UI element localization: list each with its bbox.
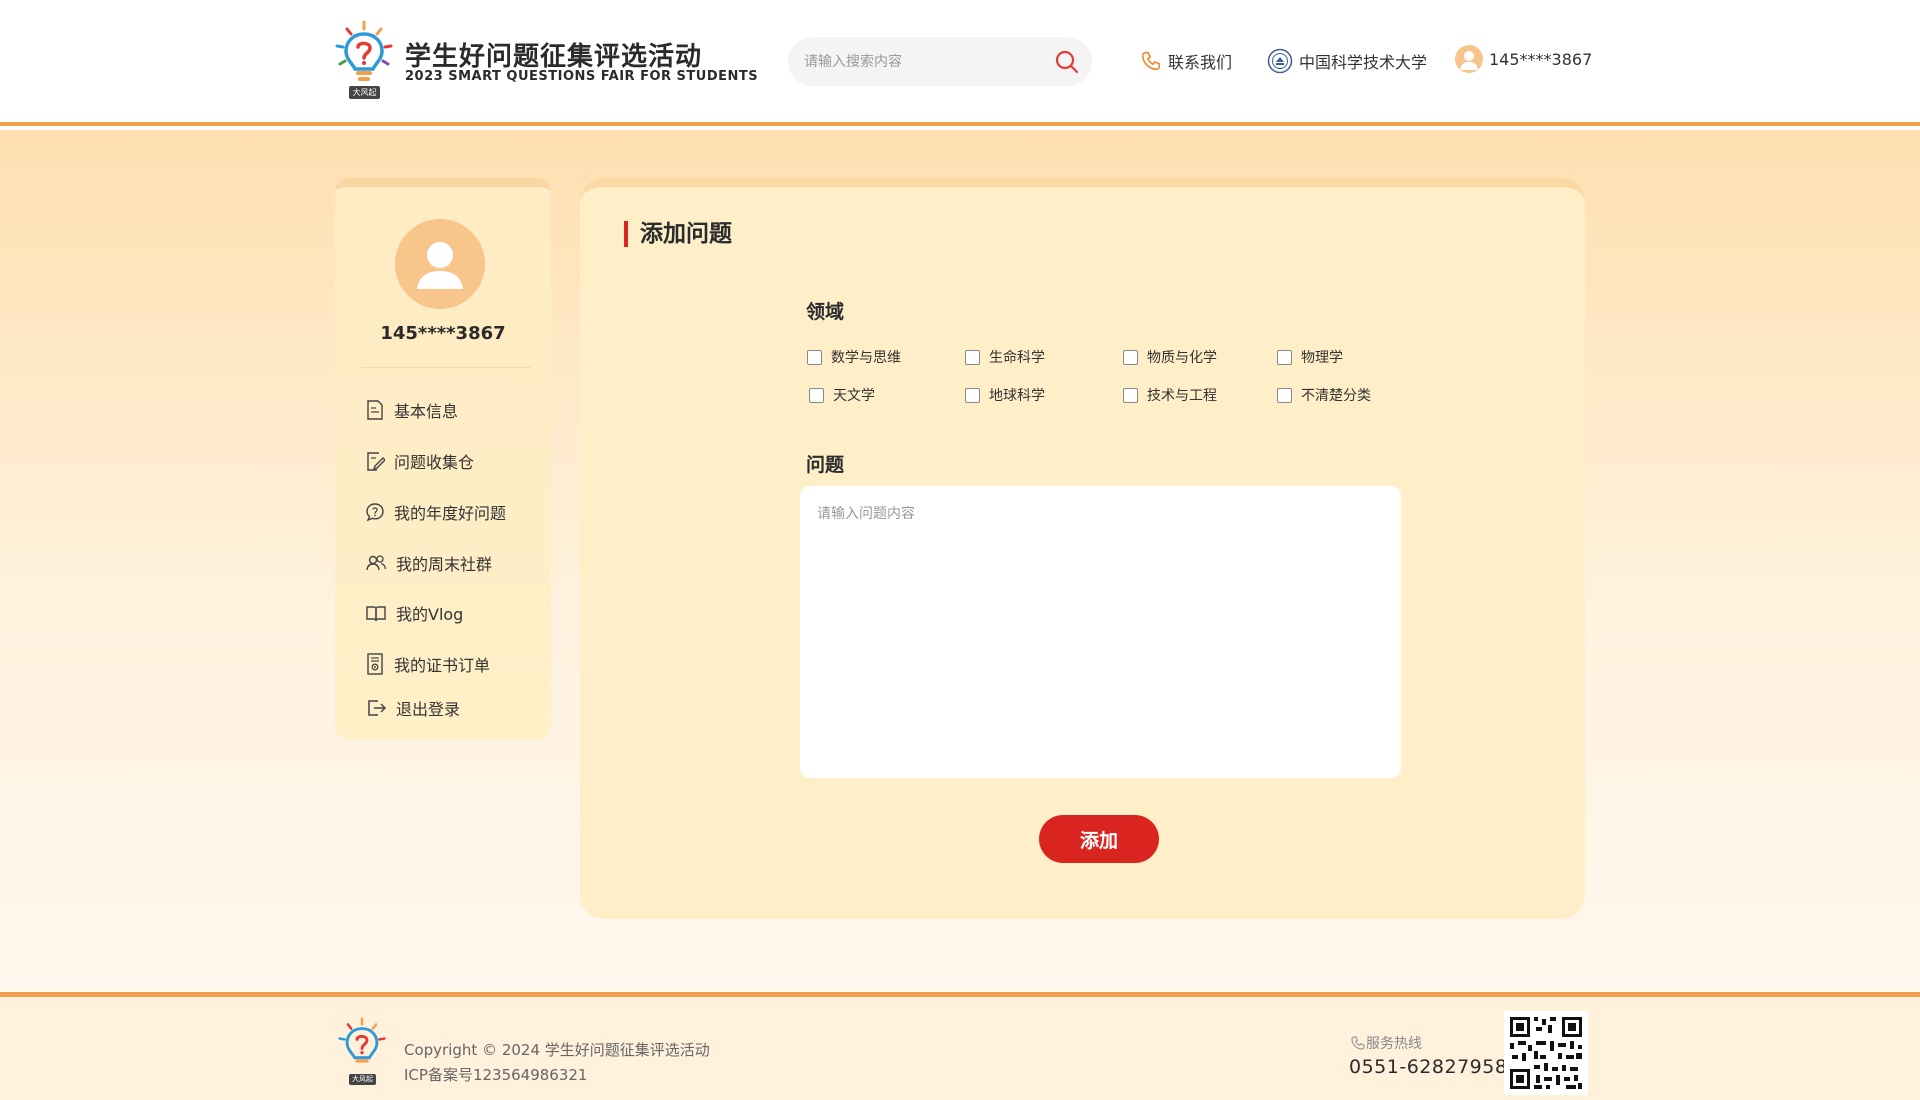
footer-copyright: Copyright © 2024 学生好问题征集评选活动 [404, 1041, 710, 1059]
sidebar-item-label: 我的Vlog [396, 605, 464, 624]
sidebar-item-logout[interactable]: 退出登录 [365, 695, 460, 721]
sidebar-divider [361, 367, 531, 368]
qr-code-icon [1504, 1011, 1588, 1095]
site-logo[interactable]: 大风起 学生好问题征集评选活动 2023 SMART QUESTIONS FAI… [333, 20, 758, 102]
checkbox-label: 生命科学 [989, 350, 1045, 366]
checkbox-box[interactable] [1277, 349, 1292, 365]
sidebar-item-label: 我的周末社群 [396, 555, 493, 574]
sidebar-item-basic-info[interactable]: 基本信息 [365, 397, 458, 423]
site-footer: 大风起 Copyright © 2024 学生好问题征集评选活动 ICP备案号1… [0, 992, 1920, 1100]
logout-icon [368, 700, 387, 716]
certificate-icon [367, 653, 383, 675]
logo-tag: 大风起 [349, 86, 380, 99]
checkbox-label: 技术与工程 [1147, 388, 1217, 404]
contact-us-link[interactable]: 联系我们 [1140, 48, 1232, 74]
page-title: 添加问题 [624, 221, 732, 247]
question-textarea[interactable] [800, 486, 1401, 778]
university-label: 中国科学技术大学 [1299, 53, 1428, 72]
checkbox-label: 物理学 [1301, 350, 1343, 366]
add-question-button[interactable]: 添加 [1039, 815, 1159, 863]
hotline-label: 服务热线 [1366, 1036, 1422, 1052]
field-checkbox-engineering[interactable]: 技术与工程 [1123, 385, 1217, 405]
book-open-icon [366, 606, 386, 622]
field-checkbox-chemistry[interactable]: 物质与化学 [1123, 347, 1217, 367]
question-section-label: 问题 [806, 454, 845, 476]
contact-us-label: 联系我们 [1168, 53, 1233, 72]
checkbox-label: 物质与化学 [1147, 350, 1217, 366]
sidebar-item-vlog[interactable]: 我的Vlog [365, 600, 463, 626]
checkbox-label: 天文学 [833, 388, 875, 404]
sidebar-item-label: 我的年度好问题 [394, 504, 507, 523]
checkbox-box[interactable] [965, 349, 980, 365]
profile-avatar [395, 219, 485, 309]
hotline-label-row: 服务热线 [1350, 1033, 1422, 1053]
sidebar-item-question-collection[interactable]: 问题收集仓 [365, 448, 474, 474]
question-bubble-icon [366, 503, 384, 522]
footer-icp: ICP备案号123564986321 [404, 1066, 588, 1084]
field-checkbox-math[interactable]: 数学与思维 [807, 347, 901, 367]
sidebar-item-certificate-orders[interactable]: 我的证书订单 [365, 651, 490, 677]
university-emblem-icon [1267, 48, 1293, 74]
hotline-number: 0551-62827958 [1349, 1056, 1508, 1078]
site-subtitle: 2023 SMART QUESTIONS FAIR FOR STUDENTS [405, 69, 759, 84]
university-link[interactable]: 中国科学技术大学 [1267, 48, 1427, 74]
user-avatar-icon [417, 242, 463, 289]
checkbox-box[interactable] [807, 349, 822, 365]
sidebar-item-label: 退出登录 [396, 700, 461, 719]
checkbox-box[interactable] [809, 387, 824, 403]
sidebar-item-label: 我的证书订单 [394, 656, 491, 675]
field-checkbox-earth-science[interactable]: 地球科学 [965, 385, 1045, 405]
site-title: 学生好问题征集评选活动 [405, 42, 703, 72]
add-question-panel: 添加问题 领域 数学与思维 生命科学 物质与化学 物理学 天文学 地球科学 技术… [580, 178, 1585, 919]
edit-icon [367, 452, 385, 471]
sidebar-item-weekend-community[interactable]: 我的周末社群 [365, 550, 492, 576]
checkbox-box[interactable] [965, 387, 980, 403]
checkbox-label: 不清楚分类 [1301, 388, 1371, 404]
search-input[interactable] [804, 37, 1044, 86]
field-checkbox-physics[interactable]: 物理学 [1277, 347, 1343, 367]
checkbox-box[interactable] [1123, 349, 1138, 365]
sidebar-item-label: 基本信息 [394, 402, 459, 421]
phone-icon [1351, 1036, 1365, 1050]
search-bar [788, 37, 1092, 86]
checkbox-box[interactable] [1123, 387, 1138, 403]
user-menu[interactable]: 145****3867 [1455, 45, 1593, 73]
sidebar: 145****3867 基本信息 问题收集仓 我的年度好问题 我的周末社群 我的… [335, 178, 551, 740]
field-checkbox-astronomy[interactable]: 天文学 [809, 385, 875, 405]
sidebar-item-label: 问题收集仓 [394, 453, 475, 472]
phone-icon [1141, 51, 1161, 71]
checkbox-label: 地球科学 [989, 388, 1045, 404]
field-section-label: 领域 [806, 301, 845, 323]
footer-logo-tag: 大风起 [349, 1074, 376, 1085]
checkbox-box[interactable] [1277, 387, 1292, 403]
field-checkbox-unclassified[interactable]: 不清楚分类 [1277, 385, 1371, 405]
site-header: 大风起 学生好问题征集评选活动 2023 SMART QUESTIONS FAI… [0, 0, 1920, 126]
sidebar-item-annual-questions[interactable]: 我的年度好问题 [365, 499, 506, 525]
group-icon [366, 555, 387, 571]
field-checkbox-life-science[interactable]: 生命科学 [965, 347, 1045, 367]
user-label: 145****3867 [1489, 49, 1593, 69]
document-icon [367, 400, 383, 420]
checkbox-label: 数学与思维 [831, 350, 901, 366]
user-avatar-icon [1455, 45, 1483, 73]
search-icon[interactable] [1054, 49, 1080, 75]
profile-username: 145****3867 [380, 323, 506, 344]
